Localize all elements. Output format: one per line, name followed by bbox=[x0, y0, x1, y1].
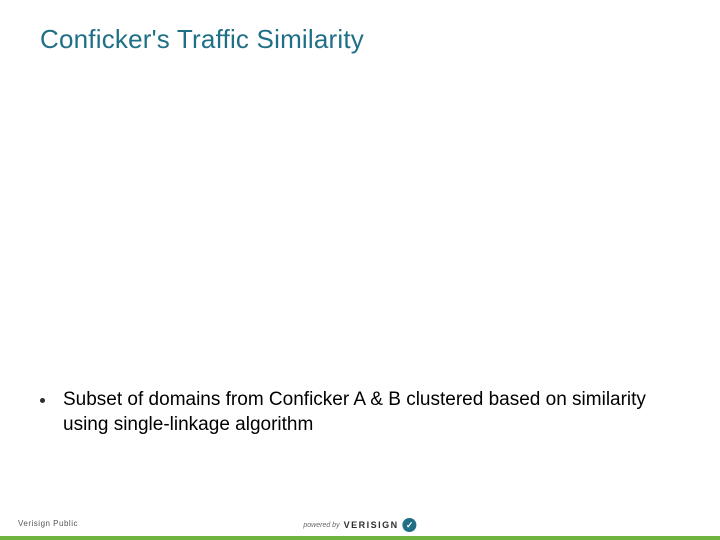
footer-brand: powered by VERISIGN bbox=[303, 518, 416, 532]
bullet-item: Subset of domains from Conficker A & B c… bbox=[40, 388, 690, 437]
slide-title: Conficker's Traffic Similarity bbox=[40, 24, 364, 55]
bullet-marker-icon bbox=[40, 398, 45, 403]
checkmark-icon bbox=[403, 518, 417, 532]
bullet-text: Subset of domains from Conficker A & B c… bbox=[63, 388, 690, 437]
footer-classification: Verisign Public bbox=[18, 519, 78, 528]
footer-accent-bar bbox=[0, 536, 720, 540]
slide: Conficker's Traffic Similarity Subset of… bbox=[0, 0, 720, 540]
powered-by-text: powered by bbox=[303, 522, 339, 529]
footer: Verisign Public powered by VERISIGN bbox=[0, 510, 720, 540]
brand-wordmark: VERISIGN bbox=[344, 520, 399, 530]
